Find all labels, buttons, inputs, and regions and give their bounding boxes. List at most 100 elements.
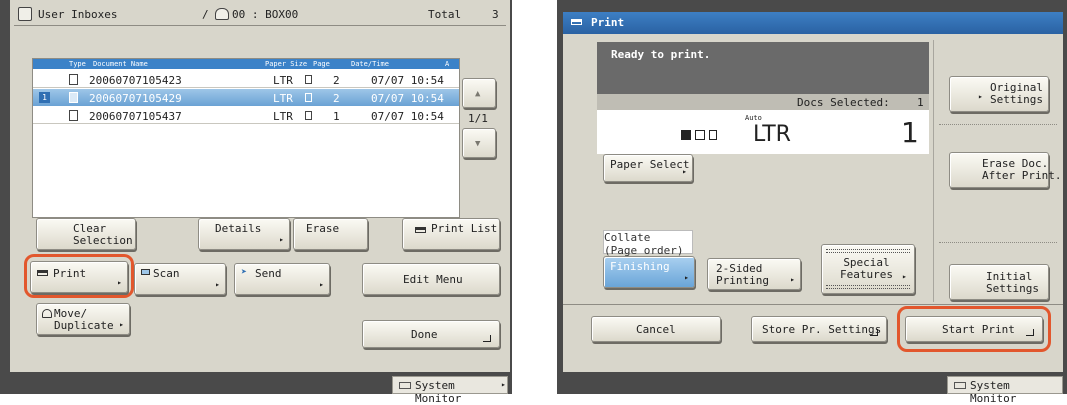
enter-icon	[1026, 329, 1034, 336]
row-pages: 2	[333, 92, 340, 105]
table-row[interactable]: 20060707105437 LTR 1 07/07 10:54	[33, 107, 459, 124]
column-header-a: A	[445, 60, 450, 68]
send-icon: ➤	[241, 267, 248, 278]
arrow-right-icon: ▸	[790, 275, 795, 284]
paper-select-button[interactable]: Paper Select ▸	[603, 154, 693, 182]
row-pages: 1	[333, 110, 340, 123]
details-button[interactable]: Details ▸	[198, 218, 290, 250]
arrow-right-icon: ▸	[682, 167, 687, 176]
paper-tray-icons	[681, 130, 691, 140]
row-paper-size: LTR	[273, 74, 293, 87]
box-label: 00 : BOX00	[232, 8, 299, 21]
done-button[interactable]: Done	[362, 320, 500, 348]
system-monitor-label: System Monitor	[415, 379, 462, 405]
document-icon	[69, 74, 78, 85]
document-icon	[69, 92, 78, 103]
docs-selected-label: Docs Selected:	[797, 96, 890, 109]
page-icon	[305, 111, 312, 120]
page-icon	[305, 93, 312, 102]
clear-selection-label: Clear Selection	[73, 222, 133, 247]
monitor-icon	[954, 382, 966, 389]
move-duplicate-button[interactable]: Move/ Duplicate ▸	[36, 303, 130, 335]
scroll-down-button[interactable]: ▼	[462, 128, 496, 158]
cancel-label: Cancel	[636, 323, 676, 336]
dotted-divider	[939, 242, 1057, 243]
header-divider	[14, 25, 506, 26]
paper-tray-icon	[695, 130, 705, 140]
scan-button[interactable]: Scan ▸	[134, 263, 226, 295]
table-row-selected[interactable]: 1 20060707105429 LTR 2 07/07 10:54	[33, 89, 459, 106]
header-separator: /	[202, 8, 209, 21]
vertical-divider	[933, 40, 934, 302]
edit-menu-button[interactable]: Edit Menu	[362, 263, 500, 295]
chevron-down-icon: ▼	[475, 139, 481, 149]
system-monitor-button[interactable]: System Monitor ▸	[392, 376, 508, 405]
special-features-button[interactable]: Special Features ▸	[821, 244, 915, 294]
two-sided-printing-button[interactable]: 2-Sided Printing ▸	[707, 258, 801, 290]
arrow-right-icon: ▸	[684, 273, 689, 282]
clear-selection-button[interactable]: Clear Selection	[36, 218, 136, 250]
row-datetime: 07/07 10:54	[371, 92, 444, 105]
initial-settings-button[interactable]: Initial Settings	[949, 264, 1049, 300]
edit-menu-label: Edit Menu	[403, 273, 463, 286]
original-settings-button[interactable]: Original Settings ▸	[949, 76, 1049, 112]
finishing-button[interactable]: Finishing ▸	[603, 256, 695, 288]
docs-selected-bar: Docs Selected: 1	[597, 94, 929, 110]
paper-size: LTR	[753, 122, 791, 147]
right-screen: Print Ready to print. Docs Selected: 1 A…	[557, 0, 1067, 405]
scan-label: Scan	[153, 267, 180, 280]
user-inboxes-icon	[18, 7, 32, 21]
send-button[interactable]: ➤ Send ▸	[234, 263, 330, 295]
printer-icon	[415, 227, 426, 233]
move-icon	[42, 309, 52, 318]
finishing-label: Finishing	[610, 260, 670, 273]
two-sided-label: 2-Sided Printing	[716, 262, 769, 287]
enter-icon	[483, 335, 491, 342]
selection-number-badge: 1	[39, 92, 50, 103]
row-document-name: 20060707105437	[89, 110, 182, 123]
column-header-date: Date/Time	[351, 60, 389, 68]
left-screen: User Inboxes / 00 : BOX00 Total 3 Type D…	[0, 0, 512, 405]
table-row[interactable]: 20060707105423 LTR 2 07/07 10:54	[33, 71, 459, 88]
row-document-name: 20060707105423	[89, 74, 182, 87]
row-datetime: 07/07 10:54	[371, 74, 444, 87]
document-icon	[69, 110, 78, 121]
cancel-button[interactable]: Cancel	[591, 316, 721, 342]
arrow-right-icon: ▸	[501, 380, 506, 389]
column-header-name: Document Name	[93, 60, 148, 68]
details-label: Details	[215, 222, 262, 235]
start-print-button[interactable]: Start Print	[905, 316, 1043, 342]
page-icon	[305, 75, 312, 84]
store-pr-settings-button[interactable]: Store Pr. Settings	[751, 316, 887, 342]
erase-doc-after-print-button[interactable]: Erase Doc. After Print.	[949, 152, 1061, 188]
pattern-icon	[826, 249, 910, 253]
dotted-divider	[939, 124, 1057, 125]
print-label: Print	[53, 267, 87, 280]
scroll-up-button[interactable]: ▲	[462, 78, 496, 108]
paper-select-label: Paper Select	[610, 158, 690, 171]
move-duplicate-label: Move/ Duplicate	[54, 307, 114, 332]
erase-button[interactable]: Erase	[293, 218, 368, 250]
left-panel: User Inboxes / 00 : BOX00 Total 3 Type D…	[10, 0, 510, 372]
printer-icon	[37, 270, 48, 276]
print-list-button[interactable]: Print List	[402, 218, 500, 250]
print-title: Print	[591, 16, 625, 29]
box-icon	[215, 8, 229, 20]
row-paper-size: LTR	[273, 110, 293, 123]
arrow-right-icon: ▸	[279, 235, 284, 244]
total-value: 3	[492, 8, 499, 21]
print-button[interactable]: Print ▸	[30, 261, 128, 293]
column-header-type: Type	[69, 60, 86, 68]
arrow-right-icon: ▸	[117, 278, 122, 287]
pattern-icon	[826, 285, 910, 289]
initial-settings-label: Initial Settings	[986, 270, 1039, 295]
start-print-label: Start Print	[942, 323, 1015, 336]
system-monitor-button[interactable]: System Monitor	[947, 376, 1063, 405]
print-list-label: Print List	[431, 222, 498, 235]
arrow-right-icon: ▸	[902, 272, 907, 281]
send-label: Send	[255, 267, 282, 280]
header-title: User Inboxes	[38, 8, 118, 21]
erase-label: Erase	[306, 222, 340, 235]
page-indicator: 1/1	[468, 112, 488, 125]
table-header: Type Document Name Paper Size Page Date/…	[33, 59, 459, 69]
